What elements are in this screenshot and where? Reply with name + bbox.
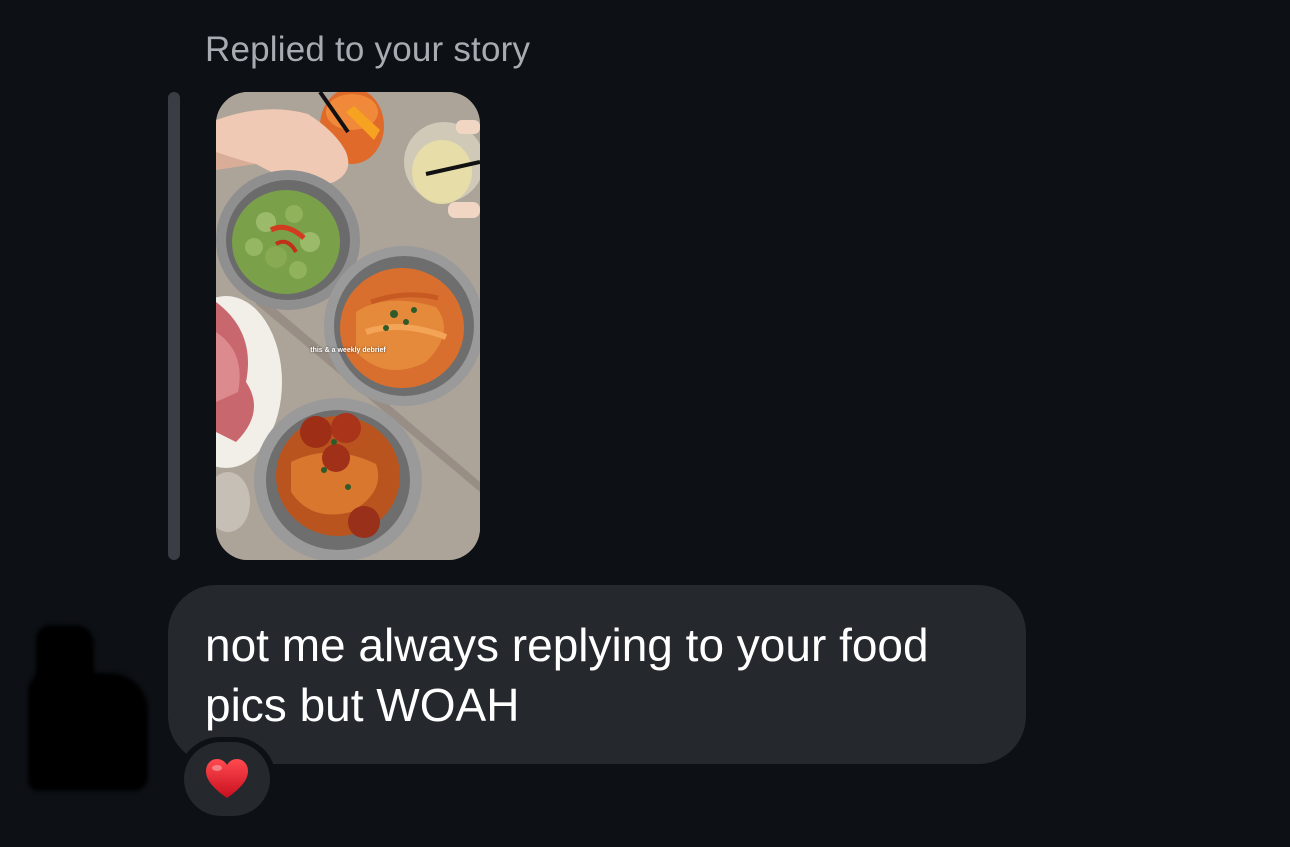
replied-to-story-label: Replied to your story: [205, 30, 531, 69]
story-thumbnail[interactable]: this & a weekly debrief: [216, 92, 480, 560]
red-heart-icon: [206, 759, 248, 798]
avatar[interactable]: [28, 625, 152, 793]
reaction-badge[interactable]: [178, 737, 276, 821]
message-bubble[interactable]: not me always replying to your food pics…: [168, 585, 1026, 764]
story-caption-text: this & a weekly debrief: [310, 347, 386, 354]
message-text: not me always replying to your food pics…: [205, 619, 929, 731]
dm-thread: Replied to your story this & a weekly de…: [0, 0, 1290, 847]
story-image: [216, 92, 480, 560]
reply-quote-bar: [168, 92, 180, 560]
